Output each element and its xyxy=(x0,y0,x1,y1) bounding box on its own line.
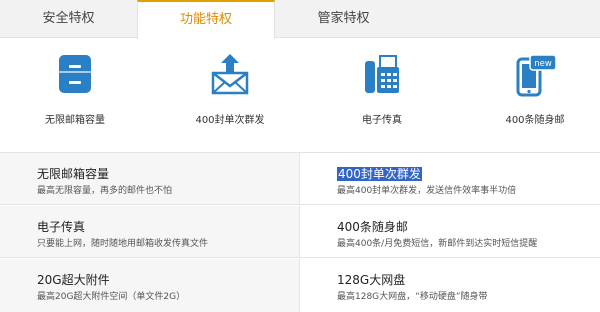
feature-detail-grid: 无限邮箱容量 最高无限容量，再多的邮件也不怕 400封单次群发 最高400封单次… xyxy=(0,152,600,312)
inbox-icon xyxy=(59,55,91,93)
mail-send-icon xyxy=(211,54,249,95)
detail-title: 128G大网盘 xyxy=(337,273,406,287)
detail-title: 电子传真 xyxy=(37,220,86,234)
detail-title: 无限邮箱容量 xyxy=(37,167,110,181)
feature-label: 400封单次群发 xyxy=(195,115,265,126)
feature-icon-row: 无限邮箱容量 400封单次群发 电子传真 new 400条随身邮 xyxy=(0,39,600,152)
mobile-new-icon: new xyxy=(516,54,557,97)
detail-description: 只要能上网，随时随地用邮箱收发传真文件 xyxy=(37,239,209,249)
detail-cell-e-fax: 电子传真 只要能上网，随时随地用邮箱收发传真文件 xyxy=(0,206,300,258)
detail-title: 20G超大附件 xyxy=(37,273,110,287)
feature-label: 无限邮箱容量 xyxy=(45,115,105,126)
new-badge: new xyxy=(534,59,552,69)
feature-mobile-mail: new 400条随身邮 xyxy=(460,39,600,152)
feature-e-fax: 电子传真 xyxy=(307,39,457,152)
feature-mass-send: 400封单次群发 xyxy=(155,39,305,152)
detail-cell-cloud-drive: 128G大网盘 最高128G大网盘，“移动硬盘”随身带 xyxy=(300,259,600,312)
detail-description: 最高128G大网盘，“移动硬盘”随身带 xyxy=(337,292,488,302)
tab-security-privileges[interactable]: 安全特权 xyxy=(0,0,137,38)
tab-feature-privileges[interactable]: 功能特权 xyxy=(137,0,275,39)
tab-steward-privileges[interactable]: 管家特权 xyxy=(275,0,412,38)
detail-description: 最高无限容量，再多的邮件也不怕 xyxy=(37,186,173,196)
detail-cell-unlimited-storage: 无限邮箱容量 最高无限容量，再多的邮件也不怕 xyxy=(0,153,300,205)
detail-description: 最高400封单次群发，发送信件效率事半功倍 xyxy=(337,186,517,196)
detail-cell-mass-send: 400封单次群发 最高400封单次群发，发送信件效率事半功倍 xyxy=(300,153,600,205)
tab-bar: 安全特权 功能特权 管家特权 xyxy=(0,0,600,39)
feature-label: 400条随身邮 xyxy=(505,115,565,126)
detail-cell-mobile-mail: 400条随身邮 最高400条/月免费短信，新邮件到达实时短信提醒 xyxy=(300,206,600,258)
feature-unlimited-storage: 无限邮箱容量 xyxy=(0,39,150,152)
detail-cell-large-attachment: 20G超大附件 最高20G超大附件空间（单文件2G） xyxy=(0,259,300,312)
detail-description: 最高400条/月免费短信，新邮件到达实时短信提醒 xyxy=(337,239,538,249)
fax-icon xyxy=(365,55,399,93)
detail-title: 400条随身邮 xyxy=(337,220,408,234)
detail-description: 最高20G超大附件空间（单文件2G） xyxy=(37,292,186,302)
feature-label: 电子传真 xyxy=(362,115,402,126)
selected-text: 400封单次群发 xyxy=(337,167,422,181)
detail-title: 400封单次群发 xyxy=(337,165,422,182)
